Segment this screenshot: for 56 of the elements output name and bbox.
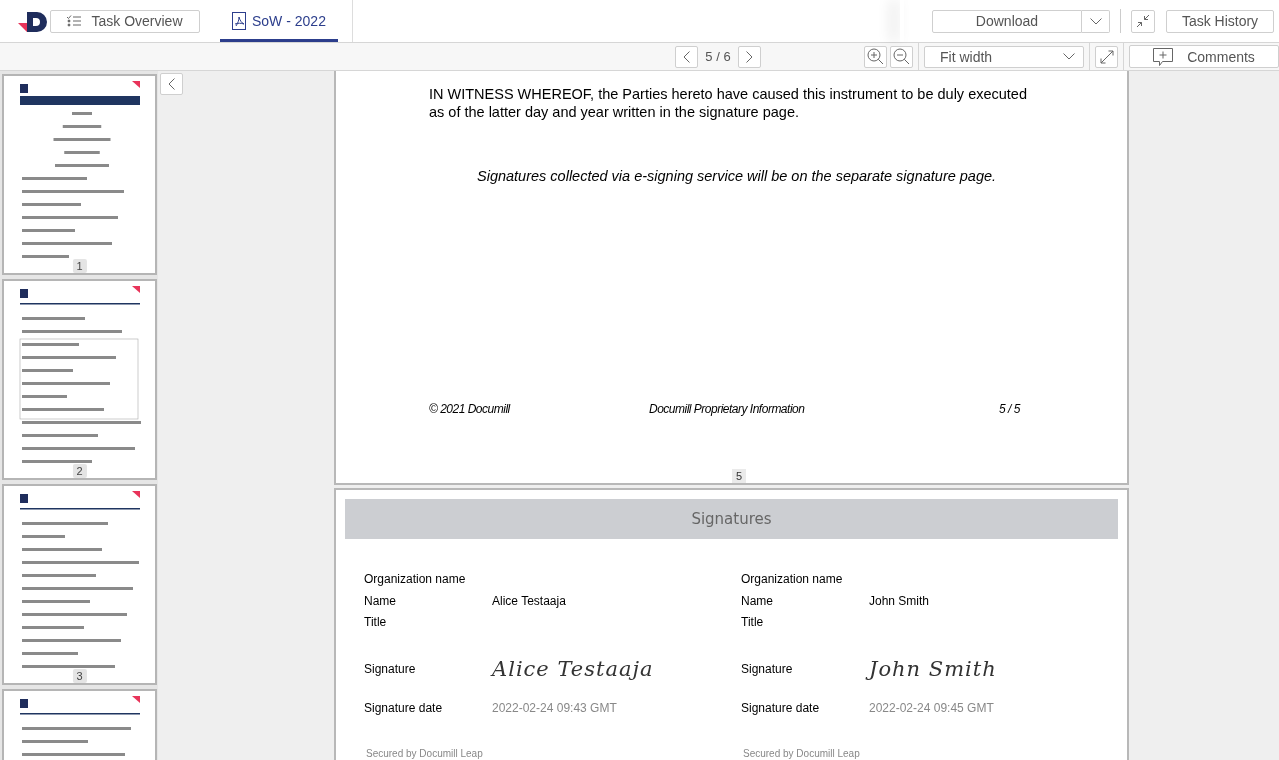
field-label: Signature: [741, 660, 794, 678]
previous-page-button[interactable]: [675, 45, 698, 68]
field-label: Organization name: [364, 572, 467, 588]
logo-icon: [18, 9, 50, 33]
field-label: Name: [741, 593, 774, 610]
task-history-button[interactable]: Task History: [1166, 9, 1274, 33]
signature-date: 2022-02-24 09:45 GMT: [869, 700, 994, 715]
signature-date: 2022-02-24 09:43 GMT: [492, 700, 617, 715]
field-value: John Smith: [869, 593, 930, 608]
paragraph: IN WITNESS WHEREOF, the Parties hereto have caused this instrument to be duly executed as of the latter day and year written in the signature page.: [429, 85, 1028, 121]
footer-text: Documill Proprietary Information: [649, 402, 806, 416]
chevron-right-icon: [746, 50, 753, 63]
section-heading: Signatures: [345, 499, 1118, 539]
handwritten-signature: Alice Testaaja: [492, 656, 654, 681]
footer-text: 5 / 5: [999, 402, 1020, 416]
page-number: 2: [72, 464, 87, 478]
pdf-icon: [232, 12, 246, 30]
page-number: 1: [72, 259, 87, 273]
secured-by-text: Secured by Documill Leap: [742, 748, 861, 759]
note-text: Signatures collected via e-signing service will be on the separate signature page.: [477, 168, 998, 184]
chevron-down-icon: [1089, 17, 1102, 25]
page-number: 3: [72, 669, 87, 683]
zoom-out-button[interactable]: [890, 45, 913, 68]
zoom-in-icon: [867, 48, 884, 65]
field-label: Signature: [364, 660, 417, 678]
chevron-left-icon: [683, 50, 690, 63]
shrink-arrows-icon: [1136, 14, 1150, 28]
chevron-down-icon: [1063, 53, 1075, 60]
collapse-sidebar-button[interactable]: [160, 73, 183, 95]
task-overview-button[interactable]: Task Overview: [50, 9, 200, 33]
field-label: Title: [364, 615, 388, 631]
footer-text: © 2021 Documill: [429, 402, 512, 416]
page-thumbnail[interactable]: 3: [2, 484, 157, 685]
field-label: Organization name: [741, 572, 844, 588]
field-label: Signature date: [364, 700, 444, 717]
comments-button[interactable]: Comments: [1129, 45, 1279, 68]
page-number: 5: [732, 469, 747, 483]
page-thumbnail[interactable]: 2: [2, 279, 157, 480]
secured-by-text: Secured by Documill Leap: [365, 748, 484, 759]
download-button[interactable]: Download: [932, 9, 1082, 33]
zoom-out-icon: [893, 48, 910, 65]
expand-arrows-icon: [1099, 49, 1114, 64]
field-value: Alice Testaaja: [492, 593, 566, 608]
zoom-in-button[interactable]: [864, 45, 887, 68]
task-list-icon: [67, 15, 82, 27]
page-thumbnail[interactable]: 1: [2, 74, 157, 275]
field-label: Name: [364, 593, 397, 610]
zoom-mode-dropdown[interactable]: Fit width: [924, 45, 1084, 68]
next-page-button[interactable]: [738, 45, 761, 68]
field-label: Title: [741, 615, 765, 631]
page-indicator: 5 / 6: [704, 49, 732, 64]
collapse-view-button[interactable]: [1131, 9, 1155, 33]
add-comment-icon: [1153, 47, 1174, 66]
field-label: Signature date: [741, 700, 821, 717]
chevron-left-icon: [168, 78, 175, 90]
fullscreen-button[interactable]: [1095, 45, 1118, 68]
